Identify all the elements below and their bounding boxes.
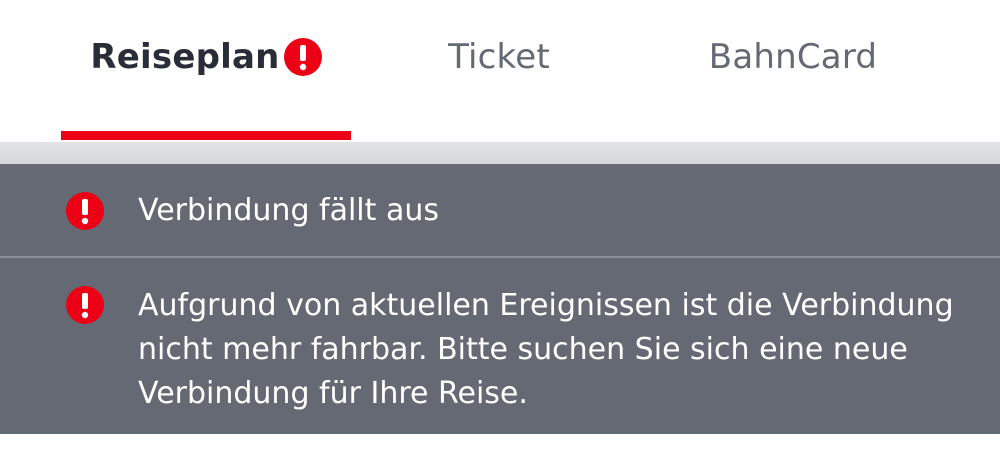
tab-bar-shadow <box>0 142 1000 164</box>
active-tab-indicator <box>61 131 351 140</box>
tab-label-bahncard: BahnCard <box>708 37 878 77</box>
tab-bahncard[interactable]: BahnCard <box>648 0 938 142</box>
message-row: Aufgrund von aktuellen Ereignissen ist d… <box>0 258 1000 434</box>
tab-bar: Reiseplan Ticket BahnCard <box>0 0 1000 142</box>
tab-ticket[interactable]: Ticket <box>354 0 644 142</box>
exclamation-icon <box>66 192 104 230</box>
tab-reiseplan[interactable]: Reiseplan <box>61 0 351 142</box>
tab-label-reiseplan: Reiseplan <box>90 37 280 77</box>
exclamation-icon <box>66 286 104 324</box>
message-body: Aufgrund von aktuellen Ereignissen ist d… <box>138 288 954 411</box>
tab-label-ticket: Ticket <box>448 37 550 77</box>
message-title: Verbindung fällt aus <box>138 193 439 228</box>
message-row: Verbindung fällt aus <box>0 164 1000 256</box>
page-bottom <box>0 434 1000 456</box>
exclamation-icon <box>283 38 322 76</box>
